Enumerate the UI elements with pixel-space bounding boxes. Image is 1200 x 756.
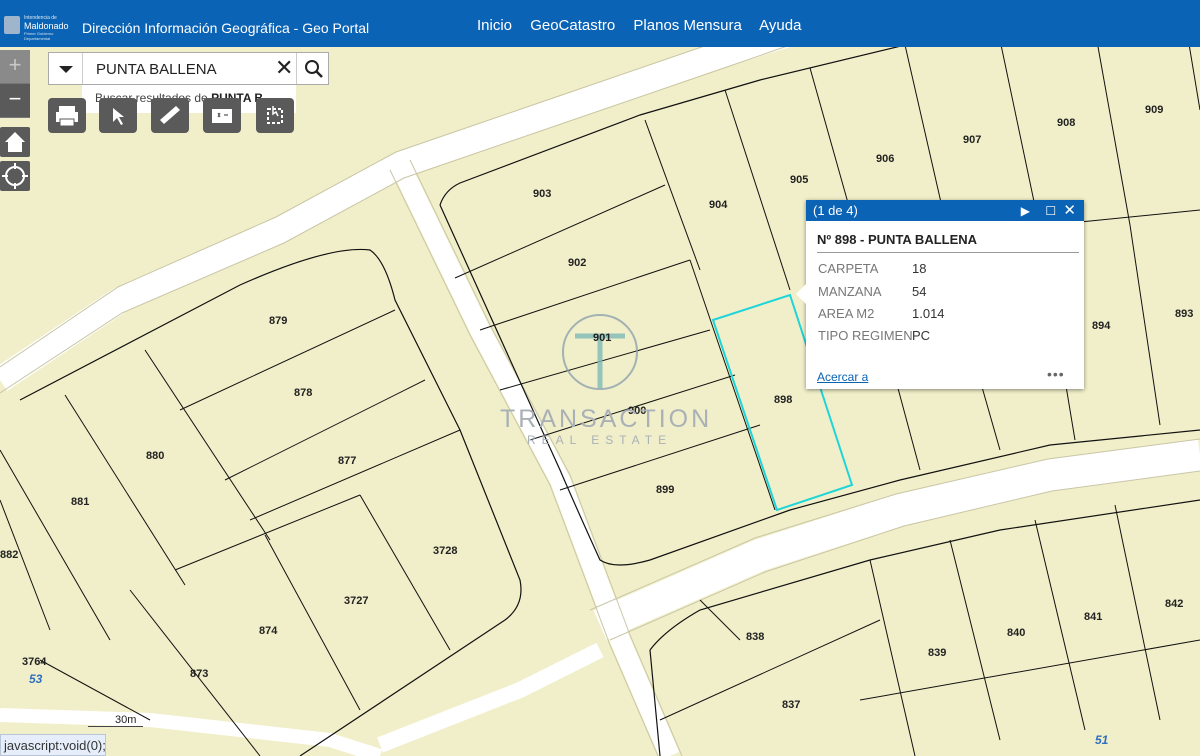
top-bar: Intendencia de Maldonado Primer Gobierno… [0, 0, 1200, 47]
main-nav: Inicio GeoCatastro Planos Mensura Ayuda [477, 17, 815, 34]
logo-line-3: Primer Gobierno Departamental [24, 31, 54, 41]
field-label: MANZANA [818, 284, 882, 299]
parcel-label: 840 [1007, 627, 1025, 639]
field-area: AREA M2 1.014 [818, 306, 945, 321]
parcel-label: 898 [774, 394, 792, 406]
nav-inicio[interactable]: Inicio [477, 17, 512, 34]
zoom-in-button[interactable]: + [0, 50, 30, 84]
locate-button[interactable] [0, 161, 30, 191]
field-value: 18 [912, 261, 927, 276]
logo-line-2: Maldonado [24, 21, 69, 31]
nav-geocatastro[interactable]: GeoCatastro [530, 17, 615, 34]
field-manzana: MANZANA 54 [818, 284, 926, 299]
next-feature-icon[interactable]: ▶ [1021, 204, 1030, 218]
layers-icon [212, 109, 232, 123]
parcel-label: 877 [338, 455, 356, 467]
shield-icon [4, 16, 20, 34]
zoom-out-button[interactable]: − [0, 84, 30, 118]
popup-title: Nº 898 - PUNTA BALLENA [817, 232, 978, 247]
parcel-label: 837 [782, 699, 800, 711]
parcel-label: 842 [1165, 598, 1183, 610]
scale-label: 30m [115, 714, 137, 726]
field-value: 54 [912, 284, 927, 299]
measure-button[interactable] [151, 98, 189, 133]
parcel-label: 905 [790, 174, 808, 186]
parcel-label: 899 [656, 484, 674, 496]
block-label: 53 [29, 672, 43, 686]
search-input[interactable]: PUNTA BALLENA [96, 61, 217, 78]
parcel-label: 902 [568, 257, 586, 269]
nav-planos-mensura[interactable]: Planos Mensura [633, 17, 741, 34]
parcel-label: 908 [1057, 117, 1075, 129]
block-label: 51 [1095, 733, 1109, 747]
zoom-controls: + − [0, 50, 30, 118]
parcel-label: 3764 [22, 656, 47, 668]
parcel-label: 874 [259, 625, 278, 637]
parcel-popup: (1 de 4) ▶ ☐ ✕ Nº 898 - PUNTA BALLENA CA… [796, 200, 1084, 389]
parcel-label: 909 [1145, 104, 1163, 116]
app-title: Dirección Información Geográfica - Geo P… [82, 20, 370, 36]
field-value: 1.014 [912, 306, 945, 321]
field-carpeta: CARPETA 18 [818, 261, 926, 276]
measure-icon [160, 106, 180, 124]
popup-divider [817, 252, 1079, 253]
field-label: TIPO REGIMEN [818, 328, 913, 343]
search-widget: PUNTA BALLENA ✕ [48, 52, 329, 85]
parcel-label: 873 [190, 668, 208, 680]
select-icon [267, 106, 283, 124]
status-bar: javascript:void(0); [0, 734, 106, 756]
parcel-label: 904 [709, 199, 728, 211]
clear-search-icon[interactable]: ✕ [275, 56, 293, 80]
parcel-label: 893 [1175, 308, 1193, 320]
parcel-label: 901 [593, 332, 611, 344]
parcel-label: 839 [928, 647, 946, 659]
zoom-to-link[interactable]: Acercar a [817, 370, 868, 384]
more-options-icon[interactable]: ••• [1047, 366, 1065, 382]
nav-ayuda[interactable]: Ayuda [759, 17, 801, 34]
parcel-label: 881 [71, 496, 89, 508]
parcel-label: 841 [1084, 611, 1102, 623]
search-source-dropdown[interactable] [49, 53, 83, 84]
watermark-sub: REAL ESTATE [527, 433, 673, 447]
parcel-label: 838 [746, 631, 764, 643]
parcel-label: 894 [1092, 320, 1111, 332]
parcel-label: 879 [269, 315, 287, 327]
parcel-label: 882 [0, 549, 18, 561]
field-value: PC [912, 328, 931, 343]
close-icon[interactable]: ✕ [1063, 202, 1076, 219]
parcel-label: 3728 [433, 545, 457, 557]
parcel-label: 903 [533, 188, 551, 200]
popup-controls: ▶ ☐ ✕ [1021, 200, 1076, 222]
identify-icon [113, 108, 124, 125]
locate-icon [2, 163, 28, 189]
field-label: AREA M2 [818, 306, 875, 321]
print-icon [56, 106, 78, 127]
maximize-icon[interactable]: ☐ [1045, 204, 1056, 218]
field-label: CARPETA [818, 261, 879, 276]
select-button[interactable] [256, 98, 294, 133]
field-tipo-regimen: TIPO REGIMEN PC [818, 328, 930, 343]
identify-button[interactable] [99, 98, 137, 133]
layers-button[interactable] [203, 98, 241, 133]
search-button[interactable] [296, 53, 330, 84]
home-icon [5, 132, 25, 152]
popup-counter: (1 de 4) [813, 203, 858, 218]
popup-header: (1 de 4) ▶ ☐ ✕ [806, 200, 1084, 221]
scale-bar [88, 726, 143, 727]
popup-pointer [796, 284, 806, 304]
parcel-label: 880 [146, 450, 164, 462]
parcel-label: 3727 [344, 595, 368, 607]
print-button[interactable] [48, 98, 86, 133]
watermark-name: TRANSACTION [500, 405, 713, 433]
parcel-label: 906 [876, 153, 894, 165]
home-button[interactable] [0, 127, 30, 157]
search-icon [305, 60, 323, 78]
municipality-logo[interactable]: Intendencia de Maldonado Primer Gobierno… [4, 13, 70, 41]
parcel-label: 907 [963, 134, 981, 146]
parcel-label: 878 [294, 387, 312, 399]
